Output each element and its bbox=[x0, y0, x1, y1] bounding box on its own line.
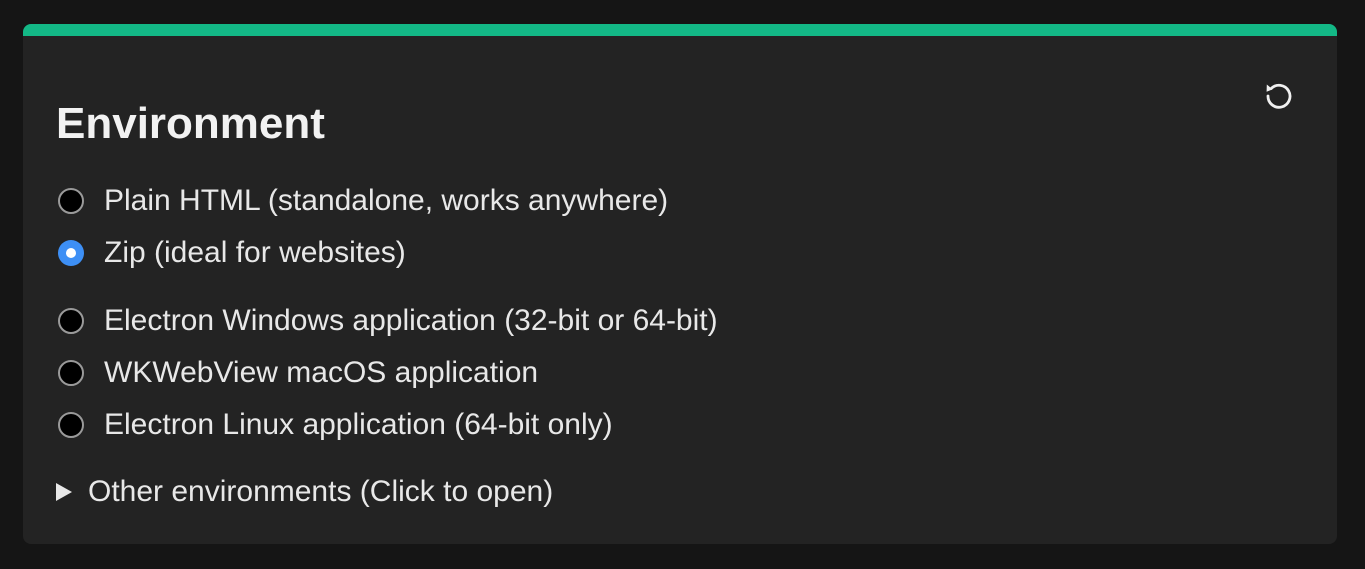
radio-zip[interactable] bbox=[58, 240, 84, 266]
option-electron-windows[interactable]: Electron Windows application (32-bit or … bbox=[58, 301, 718, 341]
reset-icon bbox=[1266, 83, 1292, 109]
environment-panel: Environment Plain HTML (standalone, work… bbox=[23, 24, 1337, 544]
option-zip[interactable]: Zip (ideal for websites) bbox=[58, 233, 406, 273]
option-wkwebview-macos[interactable]: WKWebView macOS application bbox=[58, 353, 538, 393]
option-label: Plain HTML (standalone, works anywhere) bbox=[104, 184, 669, 217]
other-environments-toggle[interactable]: Other environments (Click to open) bbox=[56, 472, 553, 512]
option-label: Electron Windows application (32-bit or … bbox=[104, 304, 718, 337]
radio-plain-html[interactable] bbox=[58, 188, 84, 214]
accent-bar bbox=[23, 24, 1337, 36]
option-label: Zip (ideal for websites) bbox=[104, 236, 406, 269]
radio-electron-linux[interactable] bbox=[58, 412, 84, 438]
option-electron-linux[interactable]: Electron Linux application (64-bit only) bbox=[58, 405, 613, 445]
disclosure-triangle-icon bbox=[56, 483, 72, 501]
reset-button[interactable] bbox=[1259, 76, 1299, 116]
option-plain-html[interactable]: Plain HTML (standalone, works anywhere) bbox=[58, 181, 668, 221]
option-label: Electron Linux application (64-bit only) bbox=[104, 408, 613, 441]
panel-title: Environment bbox=[56, 99, 325, 148]
other-environments-label: Other environments (Click to open) bbox=[88, 475, 554, 508]
radio-wkwebview-macos[interactable] bbox=[58, 360, 84, 386]
option-label: WKWebView macOS application bbox=[104, 356, 539, 389]
radio-electron-windows[interactable] bbox=[58, 308, 84, 334]
